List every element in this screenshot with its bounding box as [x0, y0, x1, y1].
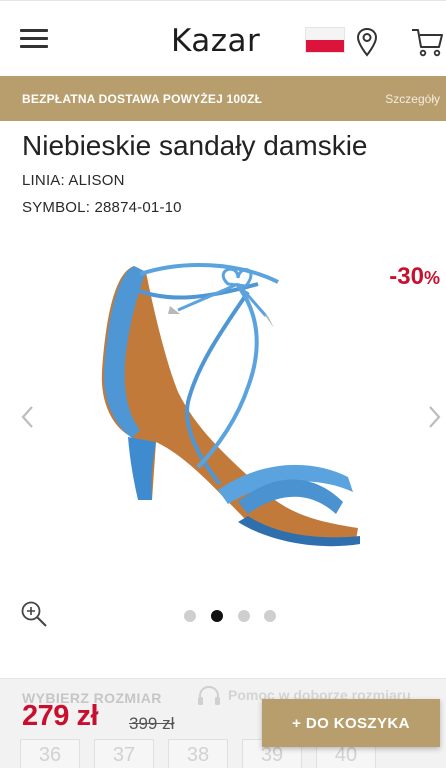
size-option-38[interactable]: 38 — [168, 739, 228, 768]
discount-value: -30 — [389, 263, 424, 290]
gallery-dot-3[interactable] — [238, 610, 250, 622]
menu-icon[interactable] — [20, 29, 48, 49]
discount-badge: -30% — [389, 263, 440, 291]
product-line: LINIA: ALISON — [22, 172, 125, 189]
kazar-logo[interactable]: Kazar — [171, 23, 260, 59]
product-title: Niebieskie sandały damskie — [22, 130, 368, 161]
product-image-sandal[interactable] — [88, 252, 378, 558]
gallery-dot-4[interactable] — [264, 610, 276, 622]
size-option-36[interactable]: 36 — [20, 739, 80, 768]
free-shipping-banner: BEZPŁATNA DOSTAWA POWYŻEJ 100ZŁ Szczegół… — [0, 76, 446, 121]
gallery-dot-2[interactable] — [211, 610, 223, 622]
old-price: 399 zł — [129, 714, 175, 733]
product-symbol: SYMBOL: 28874-01-10 — [22, 199, 182, 216]
shipping-details-link[interactable]: Szczegóły — [385, 92, 440, 106]
top-header: Kazar — [0, 0, 446, 76]
zoom-in-icon[interactable] — [20, 600, 48, 628]
location-pin-icon[interactable] — [355, 27, 379, 57]
free-shipping-text: BEZPŁATNA DOSTAWA POWYŻEJ 100ZŁ — [22, 92, 263, 106]
next-image-arrow-icon[interactable] — [424, 402, 444, 432]
poland-flag-icon[interactable] — [306, 28, 344, 52]
cart-icon[interactable] — [411, 27, 445, 57]
headset-icon[interactable] — [196, 685, 222, 709]
gallery-dot-1[interactable] — [184, 610, 196, 622]
add-to-cart-button[interactable]: + DO KOSZYKA — [262, 699, 440, 747]
size-option-37[interactable]: 37 — [94, 739, 154, 768]
discount-unit: % — [423, 268, 440, 288]
previous-image-arrow-icon[interactable] — [18, 402, 38, 432]
current-price: 279 zł — [22, 700, 99, 732]
